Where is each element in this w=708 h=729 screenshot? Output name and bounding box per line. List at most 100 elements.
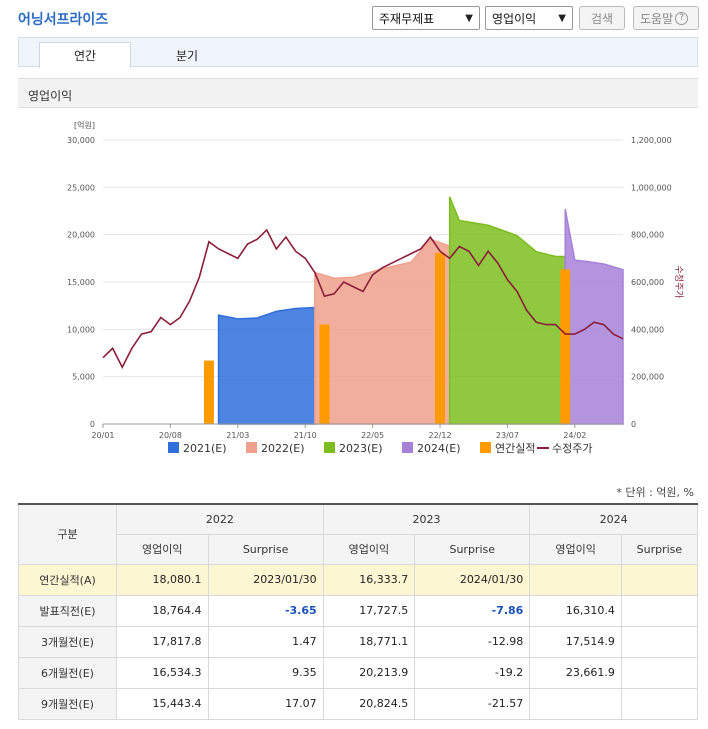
table-cell: 17,514.9 xyxy=(529,625,622,658)
subheader: 영업이익 xyxy=(322,533,416,565)
table-cell xyxy=(620,625,699,658)
table-cell: -7.86 xyxy=(414,594,531,627)
table-cell: 18,080.1 xyxy=(116,563,209,596)
x-tick-label: 21/10 xyxy=(294,431,317,440)
subheader: 영업이익 xyxy=(116,533,209,565)
item-select[interactable]: 영업이익 ▼ xyxy=(485,6,573,30)
area-2021(E) xyxy=(217,306,316,425)
table-cell: 20,824.5 xyxy=(322,687,416,720)
table-cell: 16,534.3 xyxy=(116,656,209,689)
legend-label: 수정주가 xyxy=(552,442,592,455)
y-tick-label: 15,000 xyxy=(67,278,95,287)
table-cell xyxy=(620,594,699,627)
legend-label: 2024(E) xyxy=(417,442,461,455)
statement-select-value: 주재무제표 xyxy=(379,11,435,26)
y-right-tick-label: 400,000 xyxy=(631,325,664,334)
y-tick-label: 0 xyxy=(90,420,95,429)
table-cell: 1.47 xyxy=(207,625,324,658)
table-cell: -19.2 xyxy=(414,656,531,689)
table-cell: -12.98 xyxy=(414,625,531,658)
y-right-tick-label: 1,200,000 xyxy=(631,136,672,145)
year-header: 2022 xyxy=(116,503,324,535)
y-tick-label: 10,000 xyxy=(67,325,95,334)
x-tick-label: 23/07 xyxy=(496,431,519,440)
tab-annual[interactable]: 연간 xyxy=(39,42,131,68)
year-header: 2024 xyxy=(529,503,698,535)
help-icon: ? xyxy=(675,11,689,25)
area-2024(E) xyxy=(564,208,624,425)
table-body: 연간실적(A) 18,080.1 2023/01/30 16,333.7 2024/01… xyxy=(18,563,699,720)
table-row: 6개월전(E) 16,534.3 9.35 20,213.9 -19.2 23,661.9 xyxy=(18,656,699,689)
legend-label: 연간실적 xyxy=(495,442,535,455)
period-tabs: 연간 분기 xyxy=(18,37,698,68)
bar-actual xyxy=(560,269,571,424)
x-tick-label: 20/01 xyxy=(91,431,114,440)
y-right-tick-label: 600,000 xyxy=(631,278,664,287)
tab-quarterly[interactable]: 분기 xyxy=(141,42,233,68)
bar-actual xyxy=(435,252,446,424)
table-cell xyxy=(529,687,622,720)
table-cell: 2023/01/30 xyxy=(207,563,324,596)
subheader: Surprise xyxy=(207,533,324,565)
y-axis-label: [억원] xyxy=(74,120,95,130)
earnings-chart: 0 5,000 10,000 15,000 20,000 25,000 30,000 0 200… xyxy=(67,120,684,455)
y-right-axis-label: 수정주가 xyxy=(673,265,684,298)
help-button[interactable]: 도움말 ? xyxy=(633,6,699,30)
y-right-tick-label: 1,000,000 xyxy=(631,183,672,192)
table-cell: 17.07 xyxy=(207,687,324,720)
bar-actual xyxy=(203,360,214,424)
page-title: 어닝서프라이즈 xyxy=(18,12,109,28)
table-row: 3개월전(E) 17,817.8 1.47 18,771.1 -12.98 17,514.… xyxy=(18,625,699,658)
table-cell: 15,443.4 xyxy=(116,687,209,720)
table-cell: 20,213.9 xyxy=(322,656,416,689)
legend-label: 2022(E) xyxy=(261,442,305,455)
table-row: 발표직전(E) 18,764.4 -3.65 17,727.5 -7.86 16,310.… xyxy=(18,594,699,627)
row-label: 9개월전(E) xyxy=(18,687,117,720)
item-select-value: 영업이익 xyxy=(492,11,537,26)
table-cell: 18,771.1 xyxy=(322,625,416,658)
table-cell: 2024/01/30 xyxy=(414,563,531,596)
unit-note: * 단위 : 억원, % xyxy=(616,486,694,499)
row-label: 3개월전(E) xyxy=(18,625,117,658)
y-tick-label: 5,000 xyxy=(72,373,95,382)
table-cell xyxy=(620,563,699,596)
table-row: 연간실적(A) 18,080.1 2023/01/30 16,333.7 2024/01… xyxy=(18,563,699,596)
table-subheader-row: 영업이익 Surprise 영업이익 Surprise 영업이익 Surpris… xyxy=(19,533,699,565)
table-cell: 17,817.8 xyxy=(116,625,209,658)
help-button-label: 도움말 xyxy=(640,11,674,26)
table-cell: 16,333.7 xyxy=(322,563,416,596)
x-tick-label: 24/02 xyxy=(563,431,586,440)
table-cell: 17,727.5 xyxy=(322,594,416,627)
legend-swatch xyxy=(246,442,257,453)
chart-legend: 2021(E) 2022(E) 2023(E) 2024(E) 연간실적 수정주가 xyxy=(168,442,592,455)
table-cell: 23,661.9 xyxy=(529,656,622,689)
table-cell: 18,764.4 xyxy=(116,594,209,627)
bar-actual xyxy=(319,324,330,424)
y-right-tick-label: 800,000 xyxy=(631,231,664,240)
chevron-down-icon: ▼ xyxy=(465,12,473,24)
search-button[interactable]: 검색 xyxy=(579,6,625,30)
table-cell: 9.35 xyxy=(207,656,324,689)
chevron-down-icon: ▼ xyxy=(558,12,566,24)
x-tick-label: 20/08 xyxy=(159,431,182,440)
table-corner: 구분 xyxy=(18,503,117,565)
y-right-tick-label: 0 xyxy=(631,420,636,429)
row-label: 연간실적(A) xyxy=(18,563,117,596)
table-cell xyxy=(620,656,699,689)
table-cell xyxy=(620,687,699,720)
x-tick-label: 22/05 xyxy=(361,431,384,440)
table-row: 9개월전(E) 15,443.4 17.07 20,824.5 -21.57 xyxy=(18,687,699,720)
x-tick-label: 22/12 xyxy=(429,431,452,440)
y-tick-label: 20,000 xyxy=(67,231,95,240)
y-tick-label: 25,000 xyxy=(67,183,95,192)
top-bar: 어닝서프라이즈 주재무제표 ▼ 영업이익 ▼ 검색 도움말 ? xyxy=(0,0,708,36)
subheader: 영업이익 xyxy=(529,533,622,565)
legend-label: 2021(E) xyxy=(183,442,227,455)
y-tick-label: 30,000 xyxy=(67,136,95,145)
statement-select[interactable]: 주재무제표 ▼ xyxy=(372,6,480,30)
legend-swatch xyxy=(402,442,413,453)
legend-swatch xyxy=(480,442,491,453)
table-header-row: 구분 2022 2023 2024 xyxy=(18,503,698,565)
row-label: 발표직전(E) xyxy=(18,594,117,627)
legend-swatch xyxy=(168,442,179,453)
